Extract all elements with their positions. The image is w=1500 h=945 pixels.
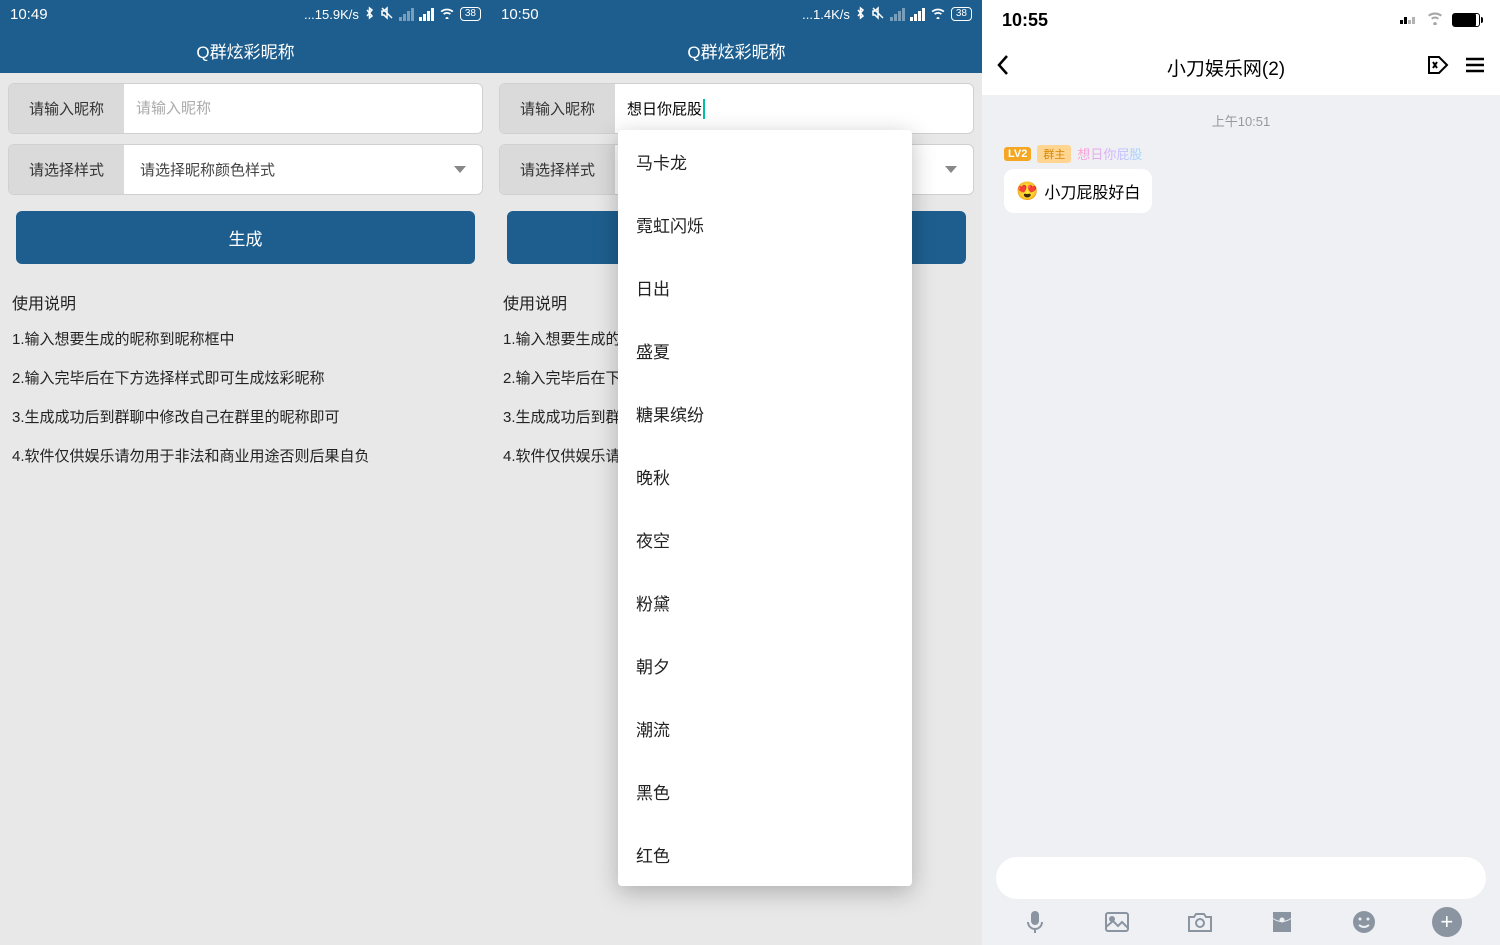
message-timestamp: 上午10:51 <box>998 111 1484 130</box>
dropdown-item[interactable]: 夜空 <box>618 508 912 571</box>
dropdown-item[interactable]: 晚秋 <box>618 445 912 508</box>
signal-icon-sim1 <box>399 8 414 21</box>
style-label: 请选择样式 <box>9 145 124 194</box>
instruction-line: 3.生成成功后到群聊中修改自己在群里的昵称即可 <box>12 406 479 427</box>
bluetooth-icon <box>364 6 375 23</box>
dropdown-item[interactable]: 霓虹闪烁 <box>618 193 912 256</box>
status-time: 10:50 <box>501 6 539 23</box>
tag-icon[interactable] <box>1426 54 1450 81</box>
chat-title: 小刀娱乐网(2) <box>1026 54 1426 81</box>
dropdown-item[interactable]: 糖果缤纷 <box>618 382 912 445</box>
instruction-line: 4.软件仅供娱乐请勿用于非法和商业用途否则后果自负 <box>12 445 479 466</box>
signal-icon-sim1 <box>890 8 905 21</box>
instruction-line: 2.输入完毕后在下方选择样式即可生成炫彩昵称 <box>12 367 479 388</box>
chevron-down-icon <box>454 166 466 173</box>
network-speed: ...1.4K/s <box>802 7 850 22</box>
style-label: 请选择样式 <box>500 145 615 194</box>
status-time: 10:55 <box>1002 10 1048 31</box>
dropdown-item[interactable]: 马卡龙 <box>618 130 912 193</box>
instruction-line: 1.输入想要生成的昵称到昵称框中 <box>12 328 479 349</box>
status-indicators <box>1400 11 1480 29</box>
app-title: Q群炫彩昵称 <box>491 28 982 73</box>
level-badge: LV2 <box>1004 147 1031 161</box>
nickname-input[interactable]: 想日你屁股 <box>615 84 973 133</box>
bluetooth-icon <box>855 6 866 23</box>
instructions: 使用说明 1.输入想要生成的昵称到昵称框中 2.输入完毕后在下方选择样式即可生成… <box>0 274 491 500</box>
dropdown-item[interactable]: 黑色 <box>618 760 912 823</box>
status-indicators: ...15.9K/s 38 <box>304 6 481 23</box>
mute-icon <box>380 6 394 23</box>
wifi-icon <box>439 7 455 22</box>
battery-indicator: 38 <box>951 7 972 21</box>
emoji-icon[interactable] <box>1349 907 1379 937</box>
status-time: 10:49 <box>10 6 48 23</box>
wifi-icon <box>930 7 946 22</box>
heart-eyes-emoji: 😍 <box>1016 181 1038 202</box>
chat-header: 小刀娱乐网(2) <box>982 40 1500 95</box>
screen-generator-dropdown: 10:50 ...1.4K/s 38 Q群炫彩昵称 请输入昵称 想日你屁股 <box>491 0 982 945</box>
nickname-label: 请输入昵称 <box>9 84 124 133</box>
screen-chat: 10:55 小刀娱乐网(2) 上午10:51 LV2 <box>982 0 1500 945</box>
message-meta: LV2 群主 想日你屁股 <box>1004 144 1484 163</box>
status-bar: 10:55 <box>982 0 1500 40</box>
dropdown-item[interactable]: 日出 <box>618 256 912 319</box>
status-bar: 10:49 ...15.9K/s 38 <box>0 0 491 28</box>
nickname-value: 想日你屁股 <box>627 98 702 119</box>
image-icon[interactable] <box>1102 907 1132 937</box>
dropdown-item[interactable]: 粉黛 <box>618 571 912 634</box>
style-placeholder: 请选择昵称颜色样式 <box>140 159 275 180</box>
sender-nickname: 想日你屁股 <box>1077 144 1142 163</box>
dropdown-item[interactable]: 盛夏 <box>618 319 912 382</box>
plus-icon[interactable]: + <box>1432 907 1462 937</box>
style-row: 请选择样式 请选择昵称颜色样式 <box>8 144 483 195</box>
message-bubble[interactable]: 😍 小刀屁股好白 <box>1004 169 1152 213</box>
status-indicators: ...1.4K/s 38 <box>802 6 972 23</box>
menu-icon[interactable] <box>1464 56 1486 79</box>
sim-icon <box>1400 11 1418 29</box>
instructions-title: 使用说明 <box>12 290 479 314</box>
nickname-row: 请输入昵称 <box>8 83 483 134</box>
redpacket-icon[interactable] <box>1267 907 1297 937</box>
signal-icon-sim2 <box>910 8 925 21</box>
battery-indicator: 38 <box>460 7 481 21</box>
status-bar: 10:50 ...1.4K/s 38 <box>491 0 982 28</box>
app-title: Q群炫彩昵称 <box>0 28 491 73</box>
dropdown-item[interactable]: 潮流 <box>618 697 912 760</box>
generate-button[interactable]: 生成 <box>16 211 475 264</box>
nickname-label: 请输入昵称 <box>500 84 615 133</box>
dropdown-item[interactable]: 红色 <box>618 823 912 886</box>
signal-icon-sim2 <box>419 8 434 21</box>
nickname-input[interactable] <box>124 84 482 133</box>
network-speed: ...15.9K/s <box>304 7 359 22</box>
camera-icon[interactable] <box>1185 907 1215 937</box>
message-text: 小刀屁股好白 <box>1044 179 1140 203</box>
nickname-row: 请输入昵称 想日你屁股 <box>499 83 974 134</box>
chat-input[interactable] <box>996 857 1486 899</box>
battery-icon <box>1452 13 1480 27</box>
text-cursor <box>703 99 705 119</box>
chat-body: 上午10:51 LV2 群主 想日你屁股 😍 小刀屁股好白 <box>982 95 1500 229</box>
style-dropdown: 马卡龙 霓虹闪烁 日出 盛夏 糖果缤纷 晚秋 夜空 粉黛 朝夕 潮流 黑色 红色 <box>618 130 912 886</box>
dropdown-item[interactable]: 朝夕 <box>618 634 912 697</box>
chevron-down-icon <box>945 166 957 173</box>
style-select[interactable]: 请选择昵称颜色样式 <box>124 145 482 194</box>
chat-toolbar: + <box>982 907 1500 937</box>
screen-generator-empty: 10:49 ...15.9K/s 38 Q群炫彩昵称 请输入昵称 请选择样式 <box>0 0 491 945</box>
voice-icon[interactable] <box>1020 907 1050 937</box>
wifi-icon <box>1426 11 1444 29</box>
back-button[interactable] <box>996 52 1026 83</box>
mute-icon <box>871 6 885 23</box>
owner-badge: 群主 <box>1037 145 1071 163</box>
